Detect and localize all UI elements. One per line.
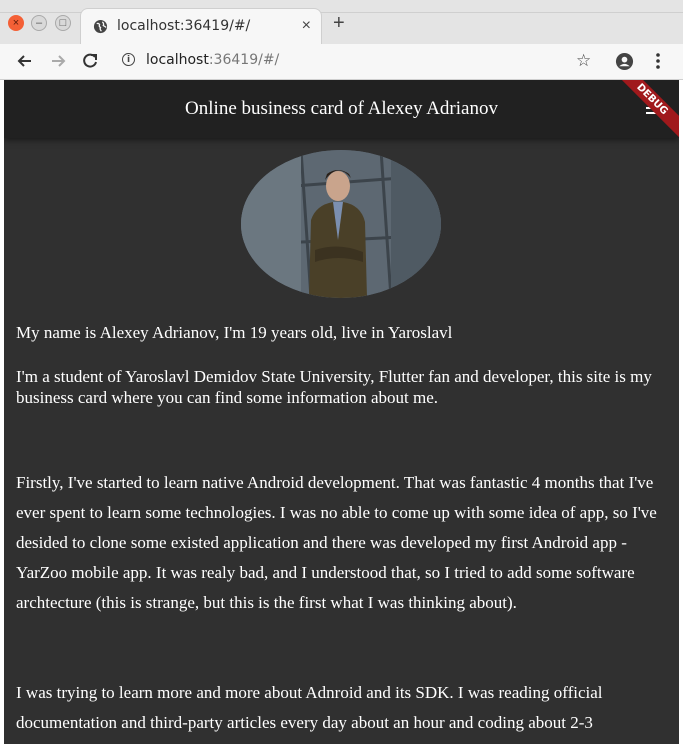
- intro-text: My name is Alexey Adrianov, I'm 19 years…: [16, 323, 453, 342]
- close-window-icon[interactable]: ×: [8, 15, 24, 31]
- student-text: I'm a student of Yaroslavl Demidov State…: [16, 367, 652, 407]
- avatar: [241, 150, 441, 298]
- tab-title: localhost:36419/#/: [117, 18, 251, 34]
- globe-icon: [93, 19, 108, 34]
- maximize-icon[interactable]: □: [55, 15, 71, 31]
- forward-arrow-icon[interactable]: [48, 51, 68, 71]
- account-icon[interactable]: [615, 52, 634, 71]
- bookmark-star-icon[interactable]: ☆: [576, 52, 591, 69]
- app-bar: Online business card of Alexey Adrianov …: [4, 80, 679, 144]
- browser-toolbar: i localhost:36419/#/ ☆: [0, 44, 683, 80]
- android-text: Firstly, I've started to learn native An…: [16, 473, 657, 612]
- tab-strip: × – □ localhost:36419/#/ × +: [0, 0, 683, 44]
- minimize-icon[interactable]: –: [31, 15, 47, 31]
- sdk-text: I was trying to learn more and more abou…: [16, 683, 603, 732]
- page-title: Online business card of Alexey Adrianov: [185, 98, 498, 119]
- kebab-menu-icon[interactable]: [648, 51, 668, 71]
- tab-close-icon[interactable]: ×: [302, 17, 311, 35]
- address-path: :36419/#/: [208, 52, 280, 68]
- app-viewport: Online business card of Alexey Adrianov …: [4, 80, 679, 744]
- address-host: localhost: [146, 52, 209, 68]
- back-arrow-icon[interactable]: [15, 51, 35, 71]
- new-tab-icon[interactable]: +: [333, 13, 345, 33]
- info-icon[interactable]: i: [122, 53, 135, 66]
- browser-tab[interactable]: localhost:36419/#/ ×: [80, 8, 322, 44]
- reload-icon[interactable]: [80, 51, 100, 71]
- address-bar[interactable]: localhost:36419/#/: [146, 52, 279, 68]
